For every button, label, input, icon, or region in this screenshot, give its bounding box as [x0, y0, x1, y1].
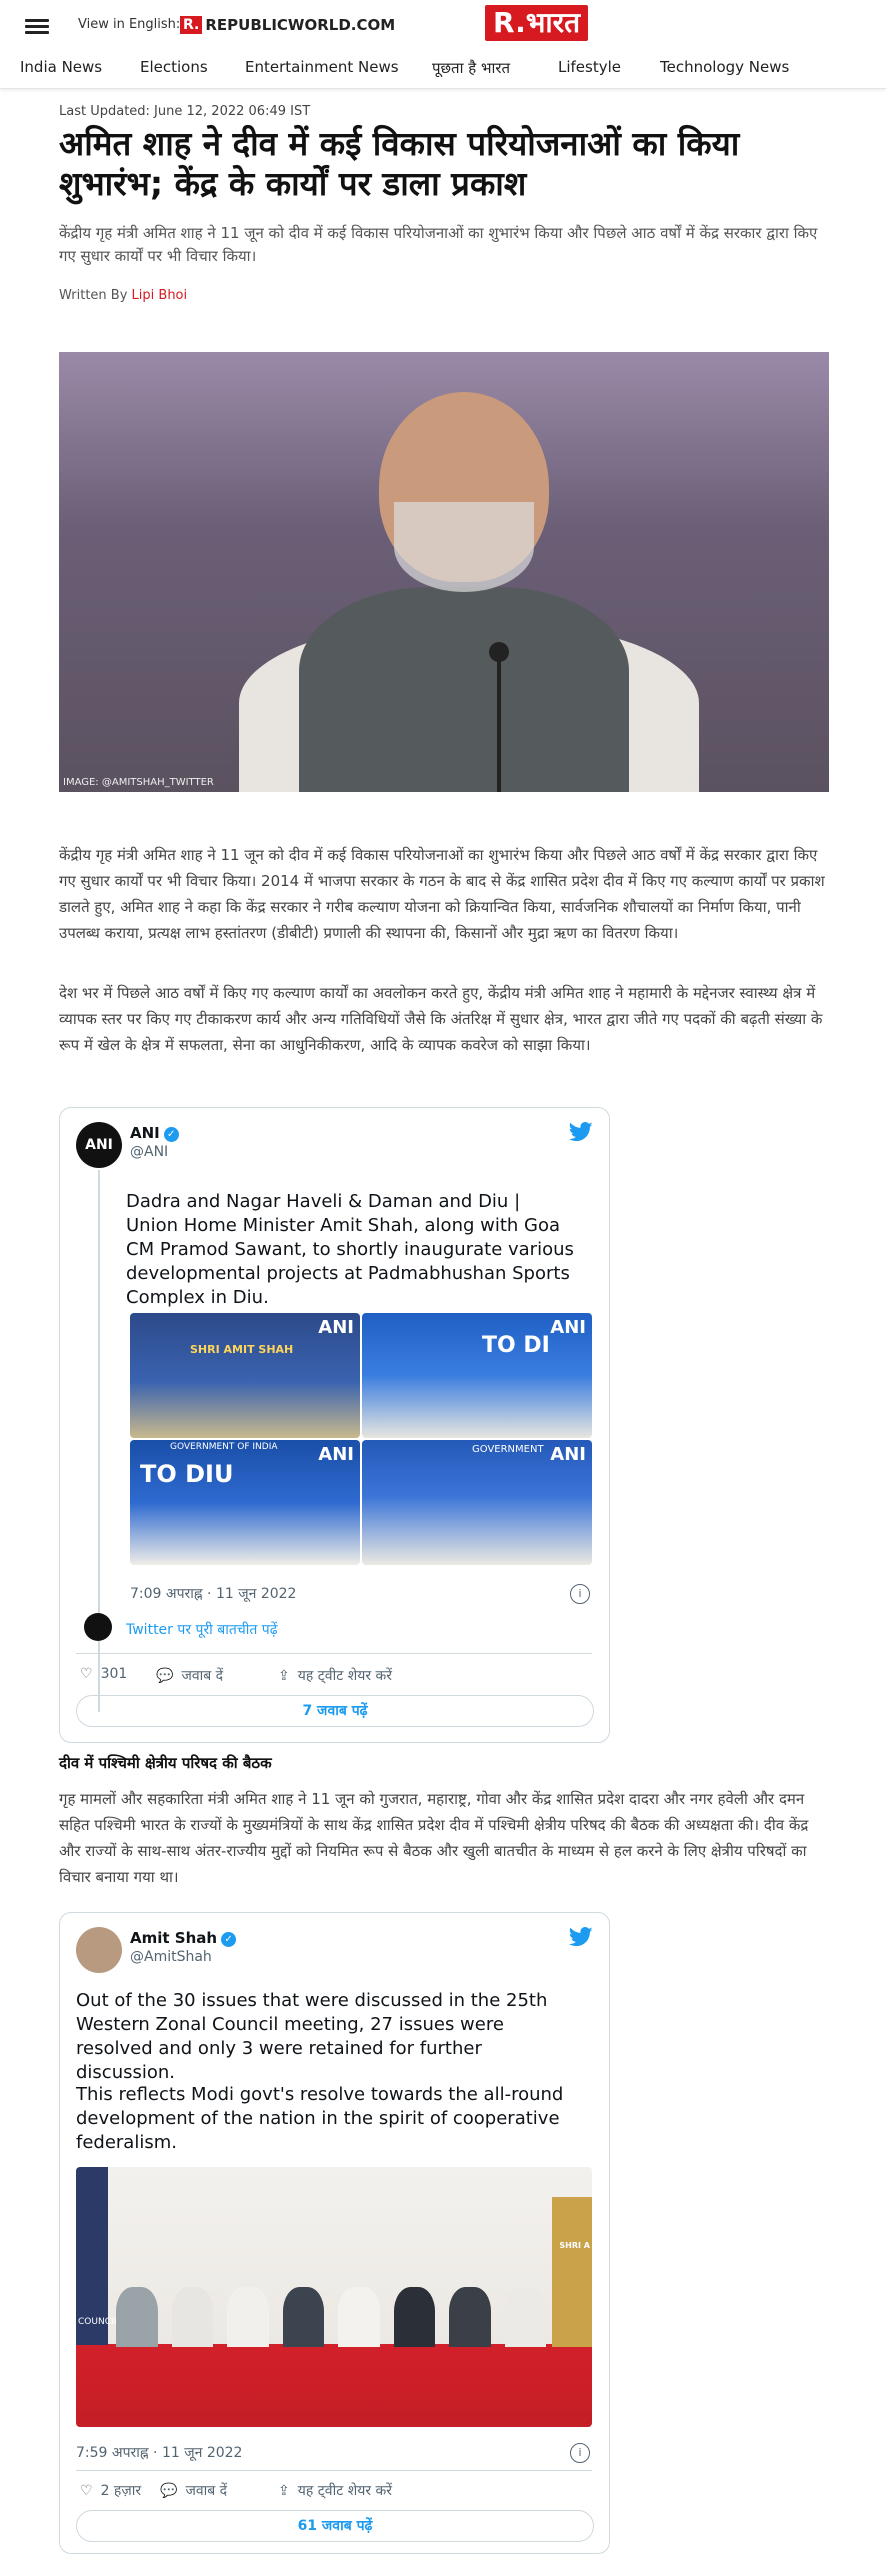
tweet-photo-3[interactable]: ANI GOVERNMENT OF INDIA TO DIU — [130, 1440, 360, 1565]
twitter-bird-icon[interactable] — [568, 1927, 593, 1947]
nav-technology-news[interactable]: Technology News — [660, 58, 789, 76]
divider — [76, 2470, 592, 2471]
top-bar: View in English: R. REPUBLICWORLD.COM R.… — [0, 0, 886, 52]
right-banner — [552, 2197, 592, 2347]
nav-entertainment-news[interactable]: Entertainment News — [245, 58, 399, 76]
group-photo — [116, 2287, 546, 2347]
tweet-text: Dadra and Nagar Haveli & Daman and Diu |… — [126, 1191, 574, 1308]
view-in-english-label: View in English: — [78, 17, 181, 32]
tweet-timestamp[interactable]: 7:59 अपराह्न · 11 जून 2022 — [76, 2443, 242, 2462]
verified-icon: ✓ — [221, 1932, 237, 1947]
tweet-photo-1[interactable]: ANI SHRI AMIT SHAH — [130, 1313, 360, 1438]
thread-avatar — [84, 1613, 112, 1641]
read-replies-button[interactable]: 61 जवाब पढ़ें — [76, 2510, 594, 2542]
nav-poochta-hai-bharat[interactable]: पूछता है भारत — [432, 58, 510, 78]
reply-action[interactable]: 💬 जवाब दें — [156, 1666, 223, 1685]
menu-icon[interactable] — [25, 19, 49, 35]
paragraph-1: केंद्रीय गृह मंत्री अमित शाह ने 11 जून क… — [59, 846, 825, 942]
banner-text: TO DIU — [140, 1460, 234, 1488]
info-icon[interactable]: i — [570, 1584, 590, 1604]
avatar[interactable]: ANI — [76, 1122, 122, 1168]
tweet-text-2: This reflects Modi govt's resolve toward… — [76, 2084, 564, 2153]
like-action[interactable]: ♡ 2 हज़ार — [80, 2481, 141, 2500]
hero-image: IMAGE: @AMITSHAH_TWITTER — [59, 352, 829, 792]
photo-figure-beard — [394, 502, 534, 592]
nav-lifestyle[interactable]: Lifestyle — [558, 58, 621, 76]
nav-elections[interactable]: Elections — [140, 58, 208, 76]
banner-text: COUNCIL — [78, 2317, 119, 2327]
divider — [76, 1653, 592, 1654]
reply-icon: 💬 — [156, 1667, 174, 1684]
r-bharat-logo[interactable]: R.भारत — [485, 5, 589, 41]
share-icon: ⇪ — [278, 2482, 290, 2499]
image-caption: IMAGE: @AMITSHAH_TWITTER — [63, 777, 214, 788]
read-replies-button[interactable]: 7 जवाब पढ़ें — [76, 1695, 594, 1727]
microphone-stand — [497, 652, 501, 792]
author-link[interactable]: Lipi Bhoi — [132, 288, 188, 303]
banner-text: SHRI AMIT SHAH — [190, 1343, 294, 1356]
tweet-author-handle[interactable]: @AmitShah — [130, 1949, 212, 1965]
like-action[interactable]: ♡ 301 — [80, 1666, 127, 1682]
embedded-tweet-amit-shah[interactable]: Amit Shah ✓ @AmitShah Out of the 30 issue… — [59, 1912, 610, 2554]
reply-icon: 💬 — [160, 2482, 178, 2499]
twitter-bird-icon[interactable] — [568, 1122, 593, 1142]
tweet-photo-2[interactable]: ANI TO DI — [362, 1313, 592, 1438]
banner-text: GOVERNMENT — [472, 1444, 544, 1455]
written-by-label: Written By — [59, 288, 128, 303]
tweet-author-name[interactable]: Amit Shah ✓ — [130, 1929, 237, 1947]
paragraph-2: देश भर में पिछले आठ वर्षों में किए गए कल… — [59, 984, 823, 1054]
article-summary: केंद्रीय गृह मंत्री अमित शाह ने 11 जून क… — [59, 224, 818, 265]
tweet-text-1: Out of the 30 issues that were discussed… — [76, 1990, 548, 2083]
nav-india-news[interactable]: India News — [20, 58, 102, 76]
tweet-photo-4[interactable]: ANI GOVERNMENT — [362, 1440, 592, 1565]
heart-icon: ♡ — [80, 1666, 93, 1682]
avatar[interactable] — [76, 1927, 122, 1973]
embedded-tweet-ani[interactable]: ANI ANI ✓ @ANI Dadra and Nagar Haveli & D… — [59, 1107, 610, 1743]
heart-icon: ♡ — [80, 2482, 93, 2499]
main-nav: India News Elections Entertainment News … — [0, 52, 886, 89]
page-title: अमित शाह ने दीव में कई विकास परियोजनाओं … — [59, 124, 740, 203]
tweet-author-handle[interactable]: @ANI — [130, 1144, 168, 1160]
tweet-timestamp[interactable]: 7:09 अपराह्न · 11 जून 2022 — [130, 1584, 296, 1603]
info-icon[interactable]: i — [570, 2443, 590, 2463]
banner-text: TO DI — [482, 1333, 550, 1358]
share-action[interactable]: ⇪ यह ट्वीट शेयर करें — [278, 2481, 392, 2500]
verified-icon: ✓ — [163, 1127, 179, 1142]
share-icon: ⇪ — [278, 1667, 290, 1684]
republicworld-logo[interactable]: R. REPUBLICWORLD.COM — [180, 14, 395, 36]
banner-text: SHRI A — [559, 2241, 590, 2250]
reply-action[interactable]: 💬 जवाब दें — [160, 2481, 227, 2500]
read-full-conversation-link[interactable]: Twitter पर पूरी बातचीत पढ़ें — [126, 1620, 278, 1639]
byline: Written By Lipi Bhoi — [59, 288, 187, 303]
banner-text: GOVERNMENT OF INDIA — [170, 1442, 278, 1452]
section-heading: दीव में पश्चिमी क्षेत्रीय परिषद की बैठक — [59, 1754, 272, 1772]
tweet-photo-meeting[interactable]: COUNCIL SHRI A — [76, 2167, 592, 2427]
tweet-author-name[interactable]: ANI ✓ — [130, 1124, 179, 1142]
last-updated: Last Updated: June 12, 2022 06:49 IST — [59, 104, 311, 119]
share-action[interactable]: ⇪ यह ट्वीट शेयर करें — [278, 1666, 392, 1685]
paragraph-3: गृह मामलों और सहकारिता मंत्री अमित शाह न… — [59, 1790, 809, 1886]
photo-figure-vest — [299, 587, 629, 792]
